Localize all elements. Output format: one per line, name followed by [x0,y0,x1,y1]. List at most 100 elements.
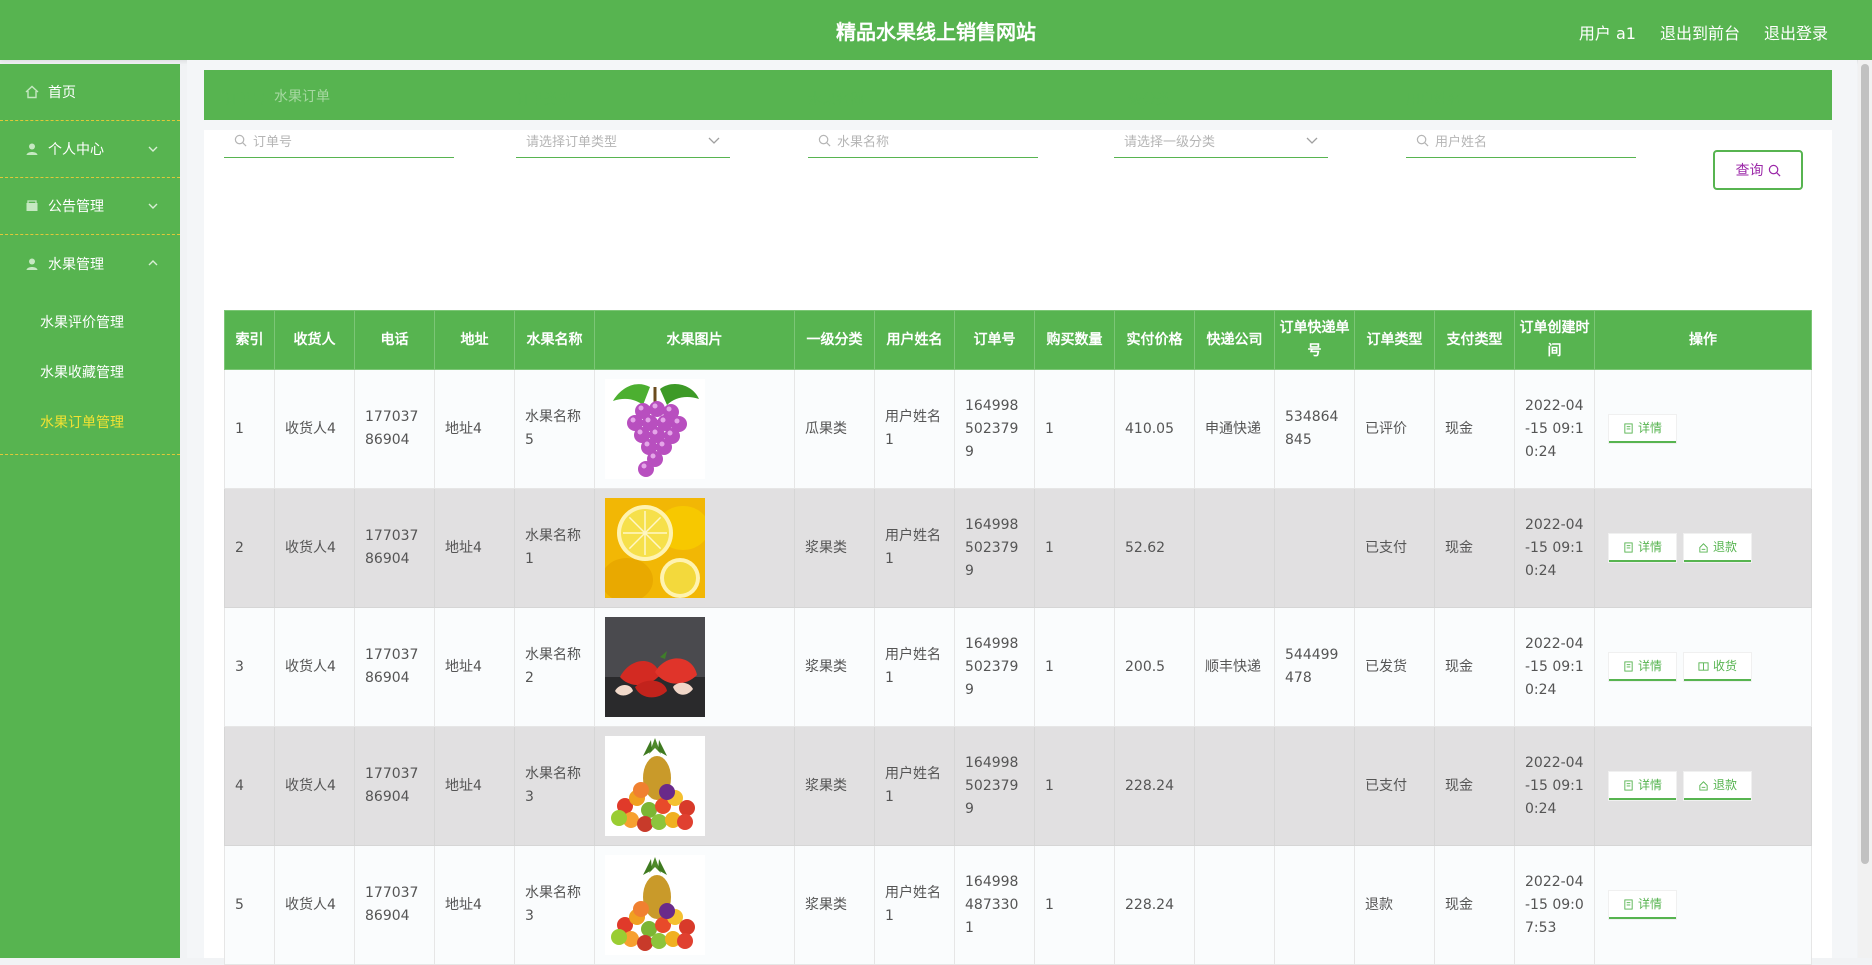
order-type-select[interactable]: 请选择订单类型 [516,124,730,158]
fruit-image[interactable] [605,617,784,717]
action-label: 详情 [1638,658,1663,673]
cell-index: 5 [224,845,275,965]
top-bar: 精品水果线上销售网站 用户 a1 退出到前台 退出登录 [0,0,1872,60]
detail-button[interactable]: 详情 [1609,653,1677,681]
chevron-up-icon [148,260,158,266]
col-header: 支付类型 [1434,310,1515,370]
fruit-image[interactable] [605,855,784,955]
table-header-row: 索引 收货人 电话 地址 水果名称 水果图片 一级分类 用户姓名 订单号 购买数… [224,310,1812,370]
table-row: 3 收货人4 17703786904 地址4 水果名称2 浆果类 用户姓名1 16499850… [224,607,1812,727]
cell-price: 200.5 [1114,607,1195,727]
cell-actions: 详情 收货 [1594,607,1812,727]
cell-order-type: 已发货 [1354,607,1435,727]
cell-phone: 17703786904 [354,369,435,489]
cell-price: 410.05 [1114,369,1195,489]
input-placeholder: 订单号 [253,135,293,150]
search-icon [818,134,831,147]
sidebar-item-label: 公告管理 [48,199,104,215]
cell-tracking-no [1274,726,1355,846]
refund-button[interactable]: 退款 [1684,772,1752,800]
cell-user-name: 用户姓名1 [874,488,955,608]
user-label[interactable]: 用户 a1 [1579,20,1636,44]
filter-label: 订单类型 [516,92,572,108]
sidebar-item-personal[interactable]: 个人中心 [0,121,180,178]
fruit-name-input[interactable]: 水果名称 [808,124,1038,158]
exit-to-front-link[interactable]: 退出到前台 [1660,20,1740,44]
order-no-input[interactable]: 订单号 [224,124,454,158]
search-icon [234,134,247,147]
col-header: 地址 [434,310,515,370]
input-placeholder: 用户姓名 [1435,135,1488,150]
table-row: 1 收货人4 17703786904 地址4 水果名称5 瓜果类 用户姓名1 16499850… [224,369,1812,489]
category-select[interactable]: 请选择一级分类 [1114,124,1328,158]
cell-order-no: 1649984873301 [954,845,1035,965]
detail-icon [1624,660,1633,672]
fruit-image[interactable] [605,498,784,598]
cell-order-type: 已支付 [1354,488,1435,608]
detail-button[interactable]: 详情 [1609,772,1677,800]
cell-pay-type: 现金 [1434,726,1515,846]
cell-pay-type: 现金 [1434,845,1515,965]
cell-category: 浆果类 [794,726,875,846]
user-name-input[interactable]: 用户姓名 [1406,124,1636,158]
sidebar-item-label: 个人中心 [48,142,104,158]
cell-created-time: 2022-04-15 09:10:24 [1514,726,1595,846]
cell-fruit-name: 水果名称3 [514,845,595,965]
cell-express [1194,726,1275,846]
search-icon [1768,164,1780,176]
cell-created-time: 2022-04-15 09:10:24 [1514,607,1595,727]
receive-button[interactable]: 收货 [1684,653,1752,681]
sidebar-item-home[interactable]: 首页 [0,64,180,121]
logout-link[interactable]: 退出登录 [1764,20,1828,44]
sidebar-item-label: 首页 [48,85,76,101]
action-label: 收货 [1713,658,1738,673]
sidebar: 首页 个人中心 公告管理 水果管理 水果评价管理 水果收藏管理 水果订单管理 [0,64,180,958]
cell-actions: 详情 [1594,369,1812,489]
detail-button[interactable]: 详情 [1609,534,1677,562]
table-row: 5 收货人4 17703786904 地址4 水果名称3 浆果类 用户姓名1 16499848… [224,845,1812,965]
action-label: 退款 [1713,777,1738,792]
cell-order-no: 1649985023799 [954,488,1035,608]
cell-actions: 详情 退款 [1594,726,1812,846]
col-header: 订单类型 [1354,310,1435,370]
fruit-image[interactable] [605,736,784,836]
cell-actions: 详情 退款 [1594,488,1812,608]
cell-receiver: 收货人4 [274,488,355,608]
sidebar-item-fruit[interactable]: 水果管理 [0,235,180,292]
page-scrollbar[interactable] [1858,60,1872,958]
cell-quantity: 1 [1034,369,1115,489]
cell-price: 228.24 [1114,845,1195,965]
refund-button[interactable]: 退款 [1684,534,1752,562]
cell-express: 顺丰快递 [1194,607,1275,727]
sidebar-item-fruit-orders[interactable]: 水果订单管理 [0,398,180,448]
cell-receiver: 收货人4 [274,726,355,846]
sidebar-item-fruit-reviews[interactable]: 水果评价管理 [0,298,180,348]
cell-order-no: 1649985023799 [954,369,1035,489]
fruit-image[interactable] [605,379,784,479]
cell-category: 瓜果类 [794,369,875,489]
action-label: 详情 [1638,539,1663,554]
cell-phone: 17703786904 [354,845,435,965]
user-icon [24,141,40,157]
sidebar-item-notice[interactable]: 公告管理 [0,178,180,235]
receive-icon [1698,661,1709,671]
cell-address: 地址4 [434,369,515,489]
cell-index: 1 [224,369,275,489]
detail-button[interactable]: 详情 [1609,415,1677,443]
query-button[interactable]: 查询 [1713,150,1803,190]
cell-tracking-no [1274,488,1355,608]
sidebar-item-fruit-favorites[interactable]: 水果收藏管理 [0,348,180,398]
fruit-submenu: 水果评价管理 水果收藏管理 水果订单管理 [0,292,180,455]
table-row: 2 收货人4 17703786904 地址4 水果名称1 浆果类 用户姓名1 16499850… [224,488,1812,608]
top-right-links: 用户 a1 退出到前台 退出登录 [1579,20,1828,44]
chevron-down-icon [148,203,158,209]
detail-button[interactable]: 详情 [1609,891,1677,919]
scrollbar-thumb[interactable] [1861,64,1869,864]
cell-express [1194,845,1275,965]
cell-tracking-no [1274,845,1355,965]
cell-fruit-image [594,369,795,489]
cell-fruit-image [594,845,795,965]
cell-category: 浆果类 [794,845,875,965]
cell-address: 地址4 [434,488,515,608]
cell-fruit-image [594,726,795,846]
